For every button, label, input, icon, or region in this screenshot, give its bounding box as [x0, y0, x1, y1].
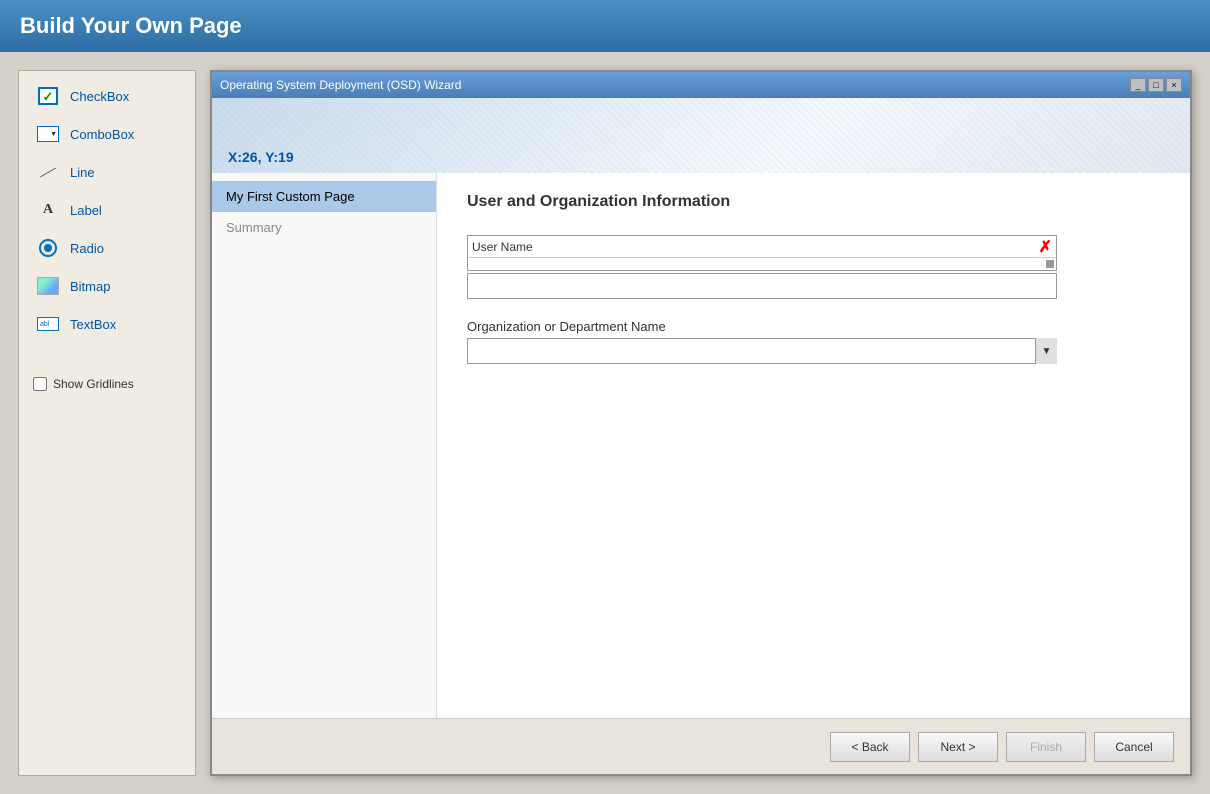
username-top-bar: User Name ✗ — [468, 236, 1056, 258]
page-header: Build Your Own Page — [0, 0, 1210, 52]
titlebar-buttons: _ □ × — [1130, 78, 1182, 92]
label-icon: A — [34, 198, 62, 222]
wizard-window: Operating System Deployment (OSD) Wizard… — [210, 70, 1192, 776]
bitmap-icon — [34, 274, 62, 298]
tool-line[interactable]: Line — [25, 155, 189, 189]
tool-line-label: Line — [70, 165, 95, 180]
tool-textbox[interactable]: abl TextBox — [25, 307, 189, 341]
show-gridlines-row: Show Gridlines — [25, 371, 189, 397]
page-title: Build Your Own Page — [20, 13, 242, 39]
tool-combobox-label: ComboBox — [70, 127, 134, 142]
username-wrapper: User Name ✗ — [467, 235, 1057, 271]
orgname-label: Organization or Department Name — [467, 319, 1160, 334]
username-input-box: User Name ✗ — [467, 235, 1057, 271]
toolbox-panel: CheckBox ComboBox Line A Label — [18, 70, 196, 776]
next-button[interactable]: Next > — [918, 732, 998, 762]
line-icon — [34, 160, 62, 184]
back-button[interactable]: < Back — [830, 732, 910, 762]
resize-handle[interactable] — [1046, 260, 1054, 268]
textbox-icon: abl — [34, 312, 62, 336]
orgname-input[interactable] — [467, 338, 1057, 364]
error-marker: ✗ — [1039, 237, 1052, 257]
tool-radio[interactable]: Radio — [25, 231, 189, 265]
cancel-button[interactable]: Cancel — [1094, 732, 1174, 762]
wizard-content: My First Custom Page Summary User and Or… — [212, 173, 1190, 718]
username-label: User Name — [472, 240, 533, 254]
wizard-nav: My First Custom Page Summary — [212, 173, 437, 718]
finish-button[interactable]: Finish — [1006, 732, 1086, 762]
wizard-titlebar: Operating System Deployment (OSD) Wizard… — [212, 72, 1190, 98]
close-button[interactable]: × — [1166, 78, 1182, 92]
wizard-bottom-bar: < Back Next > Finish Cancel — [212, 718, 1190, 774]
show-gridlines-label: Show Gridlines — [53, 377, 134, 391]
section-title: User and Organization Information — [467, 193, 1160, 211]
combobox-icon — [34, 122, 62, 146]
coordinates-display: X:26, Y:19 — [228, 149, 294, 165]
tool-checkbox-label: CheckBox — [70, 89, 129, 104]
username-field-group: User Name ✗ — [467, 235, 1160, 299]
tool-combobox[interactable]: ComboBox — [25, 117, 189, 151]
wizard-window-title: Operating System Deployment (OSD) Wizard — [220, 78, 461, 92]
tool-bitmap[interactable]: Bitmap — [25, 269, 189, 303]
orgname-combo-wrapper: ▼ — [467, 338, 1057, 364]
username-bottom-bar — [468, 258, 1056, 270]
tool-label[interactable]: A Label — [25, 193, 189, 227]
nav-item-summary[interactable]: Summary — [212, 212, 436, 243]
tool-radio-label: Radio — [70, 241, 104, 256]
tool-checkbox[interactable]: CheckBox — [25, 79, 189, 113]
orgname-field-group: Organization or Department Name ▼ — [467, 319, 1160, 364]
show-gridlines-checkbox[interactable] — [33, 377, 47, 391]
username-input[interactable] — [467, 273, 1057, 299]
radio-icon — [34, 236, 62, 260]
tool-label-label: Label — [70, 203, 102, 218]
main-area: CheckBox ComboBox Line A Label — [0, 52, 1210, 794]
combo-arrow[interactable]: ▼ — [1035, 338, 1057, 364]
nav-item-custom-page[interactable]: My First Custom Page — [212, 181, 436, 212]
tool-textbox-label: TextBox — [70, 317, 116, 332]
checkbox-icon — [34, 84, 62, 108]
wizard-banner: X:26, Y:19 — [212, 98, 1190, 173]
minimize-button[interactable]: _ — [1130, 78, 1146, 92]
restore-button[interactable]: □ — [1148, 78, 1164, 92]
wizard-main: User and Organization Information User N… — [437, 173, 1190, 718]
wizard-body: X:26, Y:19 My First Custom Page Summary … — [212, 98, 1190, 774]
toolbox-divider — [25, 345, 189, 357]
tool-bitmap-label: Bitmap — [70, 279, 110, 294]
